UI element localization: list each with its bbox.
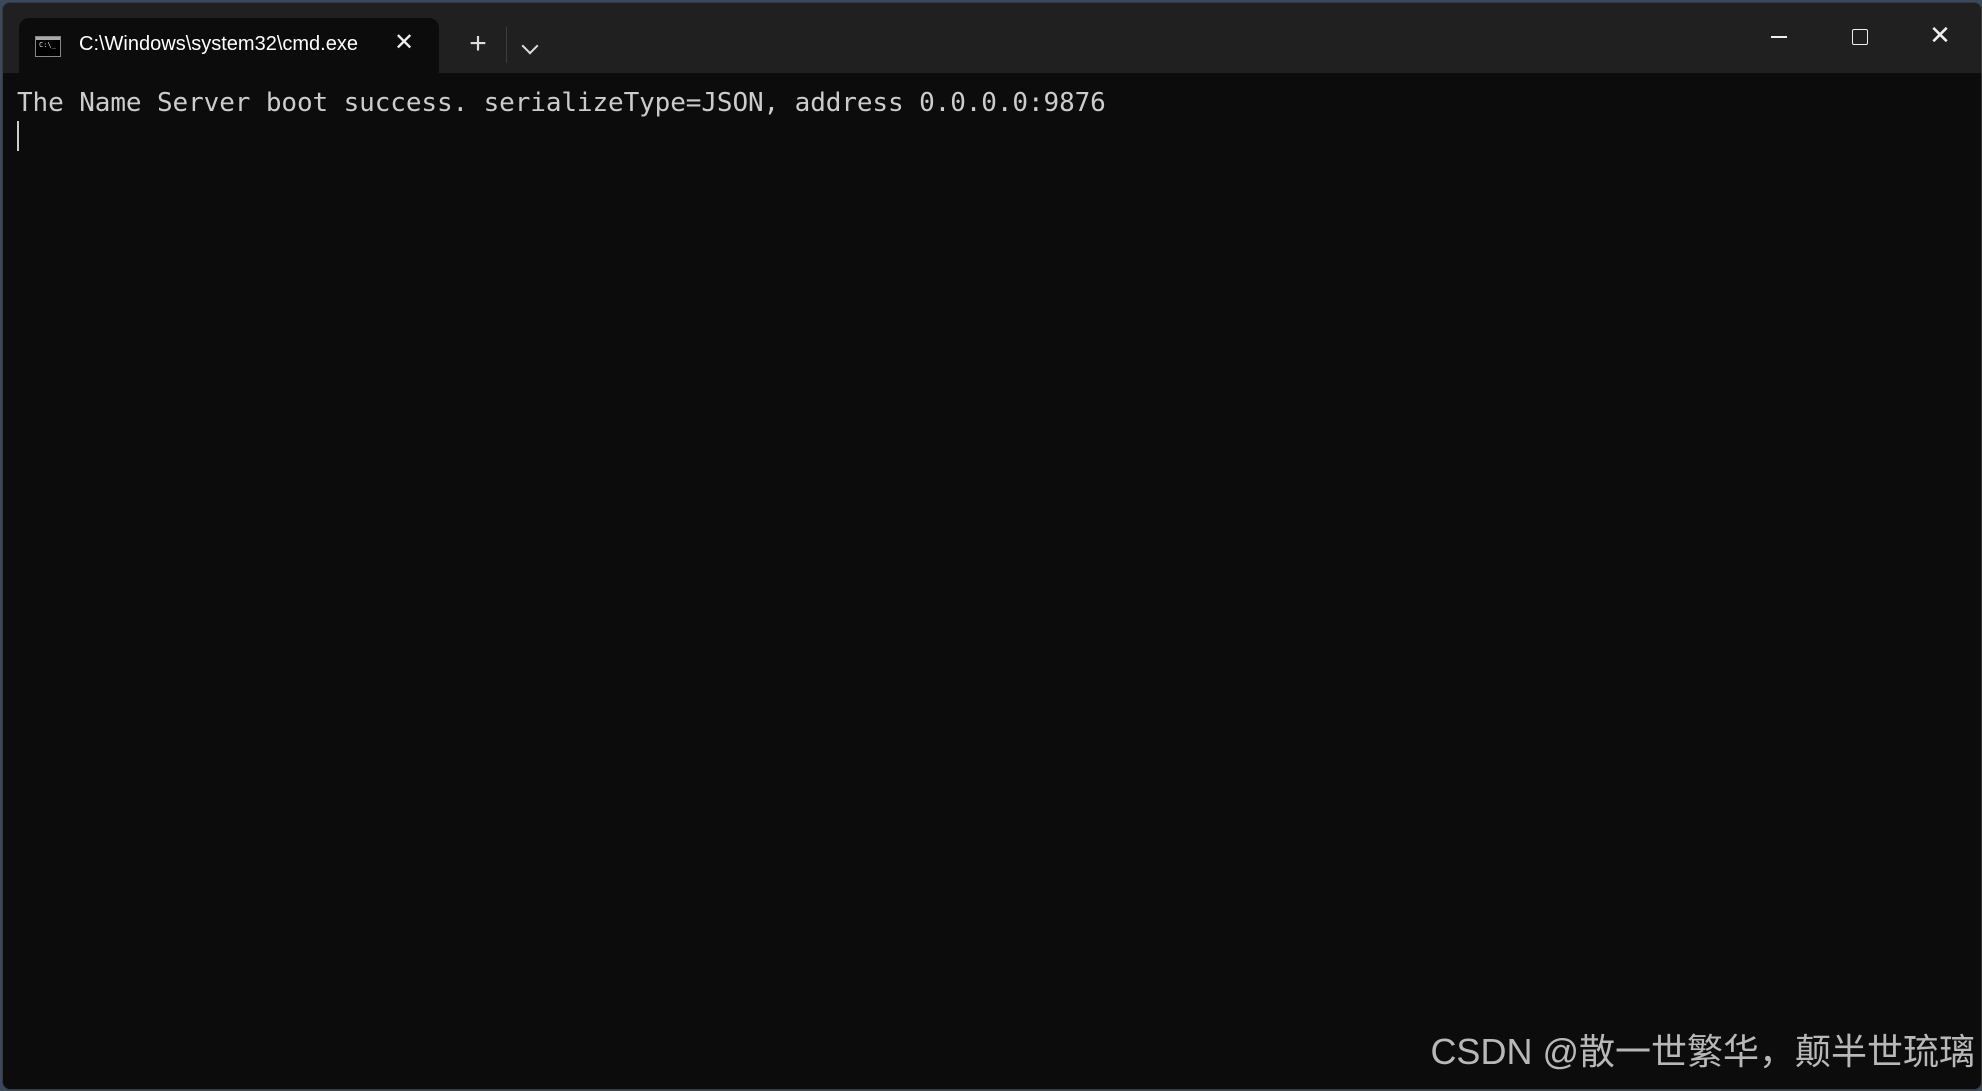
watermark: CSDN @散一世繁华，颠半世琉璃	[1430, 1031, 1975, 1072]
terminal-output[interactable]: The Name Server boot success. serializeT…	[3, 73, 1981, 1089]
minimize-button[interactable]	[1749, 13, 1809, 57]
cmd-icon: C:\_	[35, 36, 61, 57]
tab-cmd[interactable]: C:\_ C:\Windows\system32\cmd.exe ✕	[19, 18, 439, 74]
output-line: The Name Server boot success. serializeT…	[17, 88, 1106, 118]
terminal-window: C:\_ C:\Windows\system32\cmd.exe ✕ + ✕ T…	[2, 2, 1982, 1090]
maximize-button[interactable]	[1830, 13, 1890, 57]
close-button[interactable]: ✕	[1910, 13, 1970, 57]
maximize-icon	[1852, 29, 1868, 46]
title-bar: C:\_ C:\Windows\system32\cmd.exe ✕ + ✕	[3, 3, 1981, 74]
tab-dropdown-button[interactable]	[513, 29, 547, 63]
minimize-icon	[1771, 36, 1787, 38]
cmd-icon-text: C:\_	[39, 41, 56, 49]
tab-close-button[interactable]: ✕	[389, 28, 419, 58]
new-tab-button[interactable]: +	[461, 27, 495, 61]
tab-title: C:\Windows\system32\cmd.exe	[79, 33, 358, 55]
chevron-down-icon	[521, 37, 539, 55]
text-cursor	[17, 121, 19, 151]
divider	[506, 27, 507, 63]
